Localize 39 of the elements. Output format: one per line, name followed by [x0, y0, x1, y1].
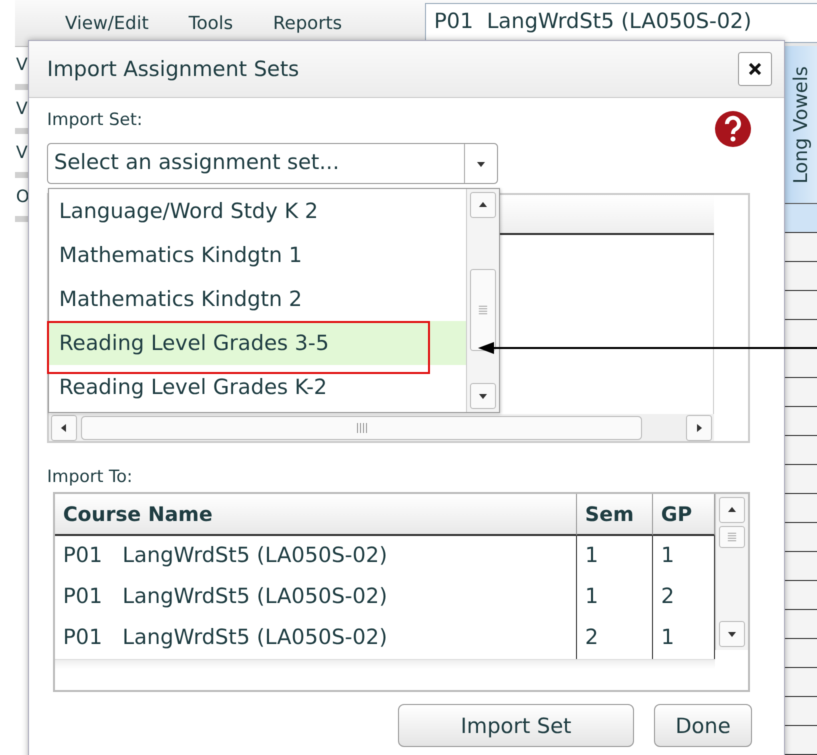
- import-to-label: Import To:: [47, 467, 132, 487]
- scroll-down-icon: [478, 391, 488, 401]
- grip-icon: [356, 422, 368, 434]
- column-heading[interactable]: Course Name: [55, 494, 577, 536]
- scroll-left-icon: [59, 422, 69, 432]
- table-cell: 1: [577, 536, 653, 577]
- horizontal-scrollbar[interactable]: [49, 414, 714, 441]
- dropdown-option[interactable]: Mathematics Kindgtn 2: [49, 277, 466, 321]
- scroll-up-icon: [478, 200, 488, 210]
- close-icon: [749, 63, 761, 75]
- dropdown-option[interactable]: Reading Level Grades K-2: [49, 365, 466, 409]
- menu-item[interactable]: Tools: [188, 12, 233, 34]
- scroll-right-icon: [694, 422, 704, 432]
- close-button[interactable]: [738, 52, 772, 86]
- assignment-set-dropdown[interactable]: Select an assignment set...: [47, 143, 498, 184]
- column-heading[interactable]: Sem: [577, 494, 653, 536]
- dropdown-option[interactable]: Mathematics Kindgtn 1: [49, 233, 466, 277]
- column-header[interactable]: Long Vowels: [785, 46, 817, 204]
- dropdown-option[interactable]: Language/Word Stdy K 2: [49, 189, 466, 233]
- table-cell: P01 LangWrdSt5 (LA050S-02): [55, 577, 577, 618]
- help-icon[interactable]: [714, 110, 752, 148]
- grip-icon: [477, 305, 489, 315]
- import-set-button[interactable]: Import Set: [398, 704, 634, 747]
- grip-icon: [726, 532, 738, 542]
- scroll-down-icon: [727, 629, 737, 639]
- dialog-title: Import Assignment Sets: [47, 57, 300, 81]
- import-set-label: Import Set:: [47, 110, 142, 130]
- menu-item[interactable]: Reports: [272, 12, 342, 34]
- done-button[interactable]: Done: [654, 704, 752, 747]
- vertical-scrollbar[interactable]: [715, 494, 748, 650]
- course-field[interactable]: P01 LangWrdSt5 (LA050S-02): [425, 3, 817, 43]
- vertical-scrollbar[interactable]: [466, 189, 499, 412]
- dropdown-option[interactable]: Reading Level Grades 3-5: [49, 321, 466, 365]
- column-heading[interactable]: GP: [653, 494, 715, 536]
- table-cell: P01 LangWrdSt5 (LA050S-02): [55, 536, 577, 577]
- menu-item[interactable]: View/Edit: [65, 12, 149, 34]
- scroll-up-icon: [727, 505, 737, 515]
- grid-cell: [785, 204, 817, 233]
- table-cell: 1: [577, 577, 653, 618]
